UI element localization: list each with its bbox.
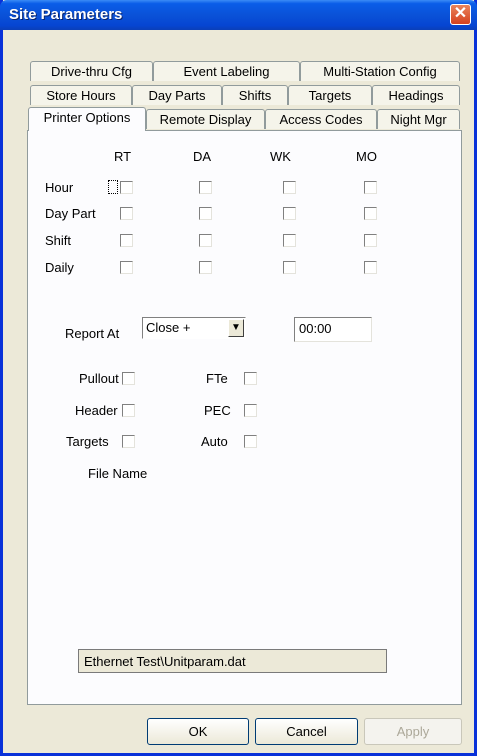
option-label-pullout: Pullout	[79, 371, 119, 386]
column-header-mo: MO	[356, 149, 377, 164]
column-header-rt: RT	[114, 149, 132, 164]
checkbox-hour-da[interactable]	[199, 181, 212, 194]
apply-button[interactable]: Apply	[364, 718, 462, 745]
report-at-label: Report At	[65, 326, 120, 341]
checkbox-shift-da[interactable]	[199, 234, 212, 247]
tab-night-mgr[interactable]: Night Mgr	[377, 109, 460, 129]
tab-printer-options[interactable]: Printer Options	[28, 107, 146, 131]
column-header-wk: WK	[270, 149, 291, 164]
tab-targets[interactable]: Targets	[288, 85, 372, 105]
checkbox-shift-mo[interactable]	[364, 234, 377, 247]
tab-event-labeling[interactable]: Event Labeling	[153, 61, 300, 81]
row-label-hour: Hour	[45, 180, 74, 195]
checkbox-shift-rt[interactable]	[120, 234, 133, 247]
report-at-combo-value: Close +	[146, 320, 191, 335]
option-label-pec: PEC	[204, 403, 231, 418]
checkbox-pec[interactable]	[244, 404, 257, 417]
window-title: Site Parameters	[9, 6, 123, 23]
tab-store-hours[interactable]: Store Hours	[30, 85, 132, 105]
checkbox-daily-mo[interactable]	[364, 261, 377, 274]
checkbox-fte[interactable]	[244, 372, 257, 385]
row-label-day-part: Day Part	[45, 206, 96, 221]
checkbox-daily-da[interactable]	[199, 261, 212, 274]
checkbox-day-part-da[interactable]	[199, 207, 212, 220]
tab-headings[interactable]: Headings	[372, 85, 460, 105]
checkbox-daily-wk[interactable]	[283, 261, 296, 274]
focus-rectangle	[108, 180, 118, 194]
row-label-shift: Shift	[45, 233, 72, 248]
column-header-da: DA	[193, 149, 212, 164]
checkbox-pullout[interactable]	[122, 372, 135, 385]
row-label-daily: Daily	[45, 260, 74, 275]
tab-shifts[interactable]: Shifts	[222, 85, 288, 105]
checkbox-day-part-mo[interactable]	[364, 207, 377, 220]
checkbox-hour-rt[interactable]	[120, 181, 133, 194]
checkbox-auto[interactable]	[244, 435, 257, 448]
tab-access-codes[interactable]: Access Codes	[265, 109, 377, 129]
chevron-down-icon: ▼	[231, 322, 241, 333]
option-label-header: Header	[75, 403, 118, 418]
file-name-field: Ethernet Test\Unitparam.dat	[78, 649, 387, 673]
tab-drive-thru-cfg[interactable]: Drive-thru Cfg	[30, 61, 153, 81]
report-time-input[interactable]: 00:00	[294, 317, 372, 342]
checkbox-targets[interactable]	[122, 435, 135, 448]
checkbox-hour-wk[interactable]	[283, 181, 296, 194]
combo-dropdown-button[interactable]: ▼	[228, 319, 244, 337]
checkbox-day-part-wk[interactable]	[283, 207, 296, 220]
tab-day-parts[interactable]: Day Parts	[132, 85, 222, 105]
tab-remote-display[interactable]: Remote Display	[146, 109, 265, 129]
close-button[interactable]: ✕	[450, 4, 471, 25]
cancel-button[interactable]: Cancel	[255, 718, 358, 745]
option-label-targets: Targets	[66, 434, 109, 449]
checkbox-hour-mo[interactable]	[364, 181, 377, 194]
checkbox-shift-wk[interactable]	[283, 234, 296, 247]
ok-button[interactable]: OK	[147, 718, 249, 745]
checkbox-day-part-rt[interactable]	[120, 207, 133, 220]
option-label-fte: FTe	[206, 371, 228, 386]
checkbox-header[interactable]	[122, 404, 135, 417]
option-label-auto: Auto	[201, 434, 228, 449]
tab-multi-station-config[interactable]: Multi-Station Config	[300, 61, 460, 81]
file-name-label: File Name	[88, 466, 148, 481]
report-at-combo[interactable]: Close + ▼	[142, 317, 246, 339]
checkbox-daily-rt[interactable]	[120, 261, 133, 274]
close-icon: ✕	[453, 5, 468, 22]
title-bar[interactable]: Site Parameters ✕	[0, 0, 477, 30]
